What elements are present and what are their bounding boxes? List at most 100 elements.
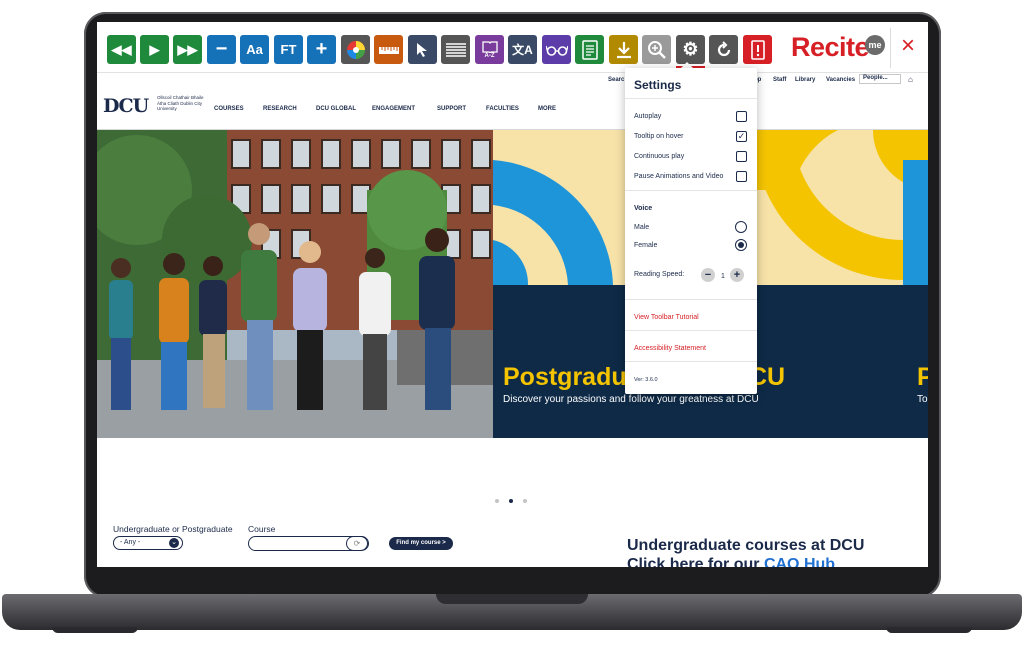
- course-label: Course: [248, 524, 276, 534]
- nav-engagement[interactable]: ENGAGEMENT: [372, 106, 415, 112]
- version-text: Ver: 3.6.0: [634, 377, 658, 383]
- download-button[interactable]: [609, 35, 638, 64]
- fast-forward-button[interactable]: ▶▶: [173, 35, 202, 64]
- continuous-play-checkbox[interactable]: [736, 151, 747, 162]
- dcu-logo[interactable]: DCU: [103, 95, 149, 117]
- translate-button[interactable]: 文A: [508, 35, 537, 64]
- nav-more[interactable]: MORE: [538, 106, 556, 112]
- ruler-icon: [378, 46, 399, 54]
- speed-decrease-button[interactable]: −: [701, 268, 715, 282]
- utility-library-link[interactable]: Library: [795, 77, 815, 83]
- hero-photo: [97, 130, 493, 438]
- find-course-button[interactable]: Find my course >: [389, 537, 453, 550]
- text-only-button[interactable]: [575, 35, 604, 64]
- screen: ◀◀ ▶ ▶▶ − Aa FT + A-Z 文A ⚙ Recite me × S…: [97, 22, 928, 567]
- settings-title: Settings: [634, 78, 682, 92]
- carousel-dot-2[interactable]: [509, 499, 513, 503]
- continuous-play-label: Continuous play: [634, 153, 685, 160]
- font-type-button[interactable]: FT: [274, 35, 303, 64]
- autoplay-checkbox[interactable]: [736, 111, 747, 122]
- utility-vacancies-link[interactable]: Vacancies: [826, 77, 855, 83]
- text-only-icon: [581, 39, 598, 60]
- cao-hub-text: Click here for our CAO Hub: [627, 556, 835, 567]
- decrease-text-button[interactable]: −: [207, 35, 236, 64]
- reset-button[interactable]: [709, 35, 738, 64]
- toolbar-divider: [890, 28, 891, 68]
- nav-support[interactable]: SUPPORT: [437, 106, 466, 112]
- play-button[interactable]: ▶: [140, 35, 169, 64]
- text-size-button[interactable]: Aa: [240, 35, 269, 64]
- home-icon[interactable]: ⌂: [908, 75, 913, 84]
- download-icon: [616, 41, 631, 58]
- increase-text-button[interactable]: +: [307, 35, 336, 64]
- font-type-icon: FT: [280, 42, 297, 57]
- rewind-button[interactable]: ◀◀: [107, 35, 136, 64]
- close-toolbar-button[interactable]: ×: [897, 34, 919, 58]
- nav-courses[interactable]: COURSES: [214, 106, 244, 112]
- dictionary-label: A-Z: [484, 52, 495, 59]
- undergraduate-title: Undergraduate courses at DCU: [627, 537, 865, 554]
- refresh-icon[interactable]: ⟳: [346, 536, 368, 551]
- level-select-value: - Any -: [120, 539, 141, 546]
- dictionary-icon: [481, 40, 498, 53]
- accessibility-statement-link[interactable]: Accessibility Statement: [634, 345, 706, 352]
- pause-animations-label: Pause Animations and Video: [634, 173, 724, 180]
- next-slide-subtitle: To: [917, 394, 928, 405]
- divider: [625, 330, 757, 331]
- translate-icon: 文A: [512, 43, 533, 57]
- plus-icon: +: [315, 38, 328, 60]
- course-input[interactable]: ⟳: [248, 536, 369, 551]
- female-radio[interactable]: [735, 239, 747, 251]
- help-icon: [750, 39, 765, 60]
- settings-icon: ⚙: [682, 39, 699, 59]
- text-size-icon: Aa: [246, 42, 263, 57]
- screen-mask-button[interactable]: [542, 35, 571, 64]
- cursor-button[interactable]: [408, 35, 437, 64]
- cao-prefix: Click here for our: [627, 556, 760, 567]
- cursor-icon: [416, 42, 427, 57]
- level-select[interactable]: - Any - ⌄: [113, 536, 183, 550]
- tooltip-checkbox[interactable]: ✓: [736, 131, 747, 142]
- color-button[interactable]: [341, 35, 370, 64]
- laptop-foot-left: [52, 627, 138, 633]
- students-photo: [97, 130, 493, 438]
- autoplay-label: Autoplay: [634, 113, 662, 120]
- pause-animations-checkbox[interactable]: [736, 171, 747, 182]
- male-radio[interactable]: [735, 221, 747, 233]
- dictionary-button[interactable]: A-Z: [475, 35, 504, 64]
- divider: [625, 98, 757, 99]
- recite-logo: Recite: [791, 32, 870, 62]
- utility-search-link[interactable]: Searc: [608, 77, 624, 83]
- male-label: Male: [634, 224, 650, 231]
- color-wheel-icon: [346, 40, 365, 59]
- carousel-dot-1[interactable]: [495, 499, 499, 503]
- settings-popup: Settings Autoplay Tooltip on hover ✓ Con…: [625, 68, 757, 394]
- cao-hub-link[interactable]: CAO Hub: [764, 556, 835, 567]
- dcu-logo-subtitle: Ollscoil Chathair Bhaile Átha Cliath Dub…: [157, 95, 204, 111]
- level-label: Undergraduate or Postgraduate: [113, 524, 233, 534]
- voice-heading: Voice: [634, 205, 653, 212]
- fast-forward-icon: ▶▶: [177, 41, 198, 57]
- laptop-foot-right: [886, 627, 972, 633]
- carousel-dot-3[interactable]: [523, 499, 527, 503]
- reading-mask-button[interactable]: [441, 35, 470, 64]
- ruler-button[interactable]: [374, 35, 403, 64]
- utility-staff-link[interactable]: Staff: [773, 77, 786, 83]
- nav-research[interactable]: RESEARCH: [263, 106, 297, 112]
- recite-toolbar: ◀◀ ▶ ▶▶ − Aa FT + A-Z 文A ⚙ Recite me ×: [97, 22, 928, 73]
- laptop-frame: ◀◀ ▶ ▶▶ − Aa FT + A-Z 文A ⚙ Recite me × S…: [0, 0, 1024, 652]
- reading-speed-label: Reading Speed:: [634, 271, 685, 278]
- hero-title: Postgradu: [503, 363, 627, 391]
- tooltip-label: Tooltip on hover: [634, 133, 684, 140]
- nav-faculties[interactable]: FACULTIES: [486, 106, 519, 112]
- people-search-input[interactable]: People...: [859, 74, 901, 84]
- speed-increase-button[interactable]: +: [730, 268, 744, 282]
- magnifier-button[interactable]: [642, 35, 671, 64]
- glasses-icon: [545, 45, 568, 56]
- minus-icon: −: [215, 38, 228, 60]
- help-button[interactable]: [743, 35, 772, 64]
- divider: [625, 299, 757, 300]
- settings-button[interactable]: ⚙: [676, 35, 705, 64]
- nav-dcu-global[interactable]: DCU GLOBAL: [316, 106, 356, 112]
- toolbar-tutorial-link[interactable]: View Toolbar Tutorial: [634, 314, 699, 321]
